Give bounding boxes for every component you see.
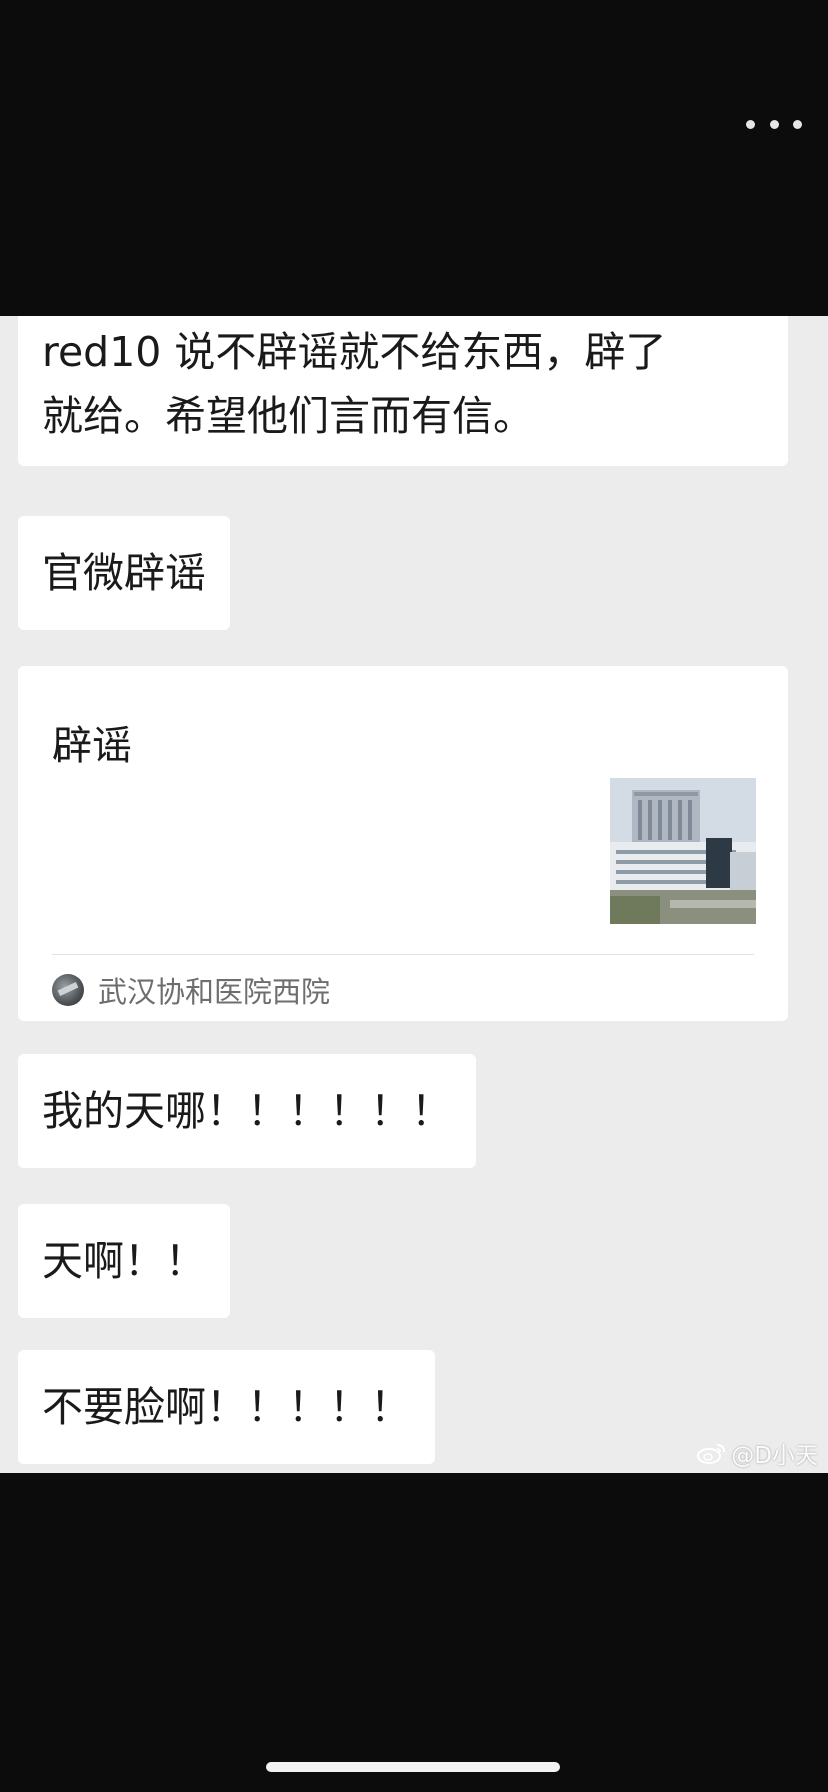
shared-article-card[interactable]: 辟谣 武汉协和医院西院 — [18, 666, 788, 1021]
dot — [746, 119, 755, 129]
message-bubble[interactable]: 我的天哪！！！！！！ — [18, 1054, 476, 1168]
weibo-logo-icon — [697, 1444, 726, 1464]
message-text: 官微辟谣 — [42, 549, 206, 597]
hospital-building-thumbnail — [610, 778, 756, 924]
source-name: 武汉协和医院西院 — [98, 975, 331, 1009]
message-text-line: 就给。希望他们言而有信。 — [42, 392, 534, 440]
home-indicator[interactable] — [266, 1762, 560, 1772]
message-bubble[interactable]: 天啊！！ — [18, 1204, 230, 1318]
message-bubble[interactable]: 不要脸啊！！！！！ — [18, 1350, 435, 1464]
watermark-text: @D小天 — [731, 1443, 818, 1469]
message-text: 不要脸啊！！！！！ — [42, 1383, 411, 1431]
dot — [769, 119, 779, 129]
message-bubble[interactable]: red10 说不辟谣就不给东西，辟了 就给。希望他们言而有信。 — [18, 316, 788, 466]
message-bubble[interactable]: 官微辟谣 — [18, 516, 230, 630]
weibo-watermark: @D小天 — [697, 1436, 818, 1470]
chat-area[interactable]: red10 说不辟谣就不给东西，辟了 就给。希望他们言而有信。 官微辟谣 辟谣 — [0, 316, 828, 1473]
article-source: 武汉协和医院西院 — [52, 966, 330, 1014]
card-divider — [52, 954, 754, 955]
article-title: 辟谣 — [52, 723, 132, 769]
dot — [793, 119, 802, 129]
message-text-line: red10 说不辟谣就不给东西，辟了 — [42, 328, 667, 376]
source-avatar-icon — [52, 974, 84, 1006]
message-text: 我的天哪！！！！！！ — [42, 1087, 452, 1135]
message-text: 天啊！！ — [42, 1237, 206, 1285]
more-options-icon[interactable] — [746, 112, 802, 136]
